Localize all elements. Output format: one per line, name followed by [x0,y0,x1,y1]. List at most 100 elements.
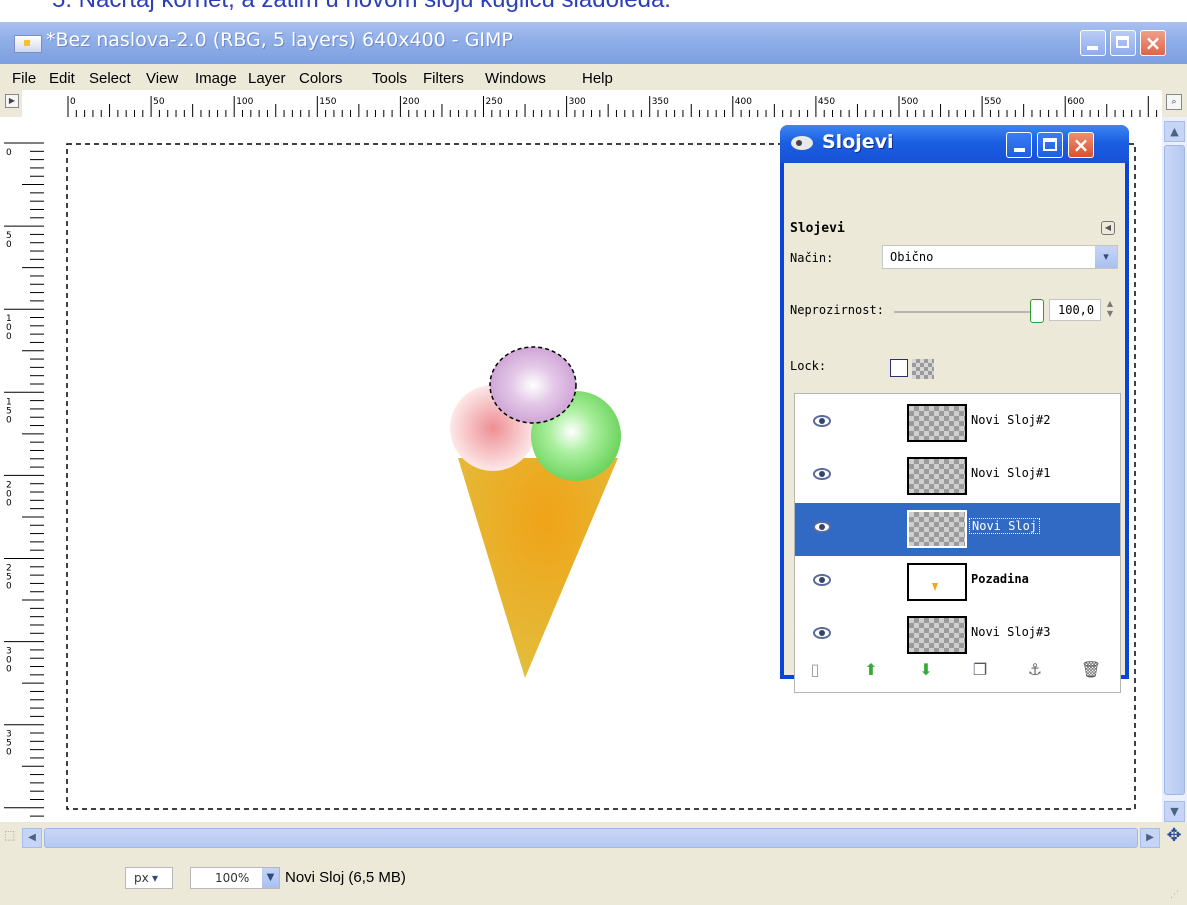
horizontal-ruler[interactable]: 0 50 100 150 200 250 300 350 400 450 500 550 600 [22,90,1162,117]
eye-icon[interactable] [813,574,831,586]
eye-icon[interactable] [813,521,831,533]
ruler-label: 350 [652,97,669,107]
ruler-label: 550 [984,97,1001,107]
scroll-down-button[interactable]: ▼ [1164,801,1185,822]
horizontal-scrollbar[interactable]: ⬚ ◀ ▶ ✥ [0,822,1187,850]
zoom-selector[interactable]: 100% ▼ [190,867,280,889]
zoom-value: 100% [215,871,250,885]
zoom-dropdown-icon[interactable]: ▼ [262,868,279,888]
maximize-icon [1116,36,1129,48]
ruler-label: 250 [486,97,503,107]
layer-row[interactable]: Pozadina [795,556,1120,609]
panel-title: Slojevi [790,221,845,236]
quick-mask-icon[interactable]: ⬚ [4,828,22,844]
opacity-label: Neprozirnost: [790,303,884,317]
ruler-label: 0 [6,498,12,508]
navigate-icon[interactable]: ✥ [1163,825,1185,847]
menu-image[interactable]: Image [195,70,237,87]
delete-layer-icon[interactable]: 🗑 [1080,659,1102,681]
unit-selector[interactable]: px ▾ [125,867,173,889]
menu-windows[interactable]: Windows [485,70,546,87]
dialog-close-button[interactable]: × [1068,132,1094,158]
opacity-slider[interactable] [894,311,1034,313]
layer-name: Novi Sloj [969,518,1041,534]
ruler-label: 0 [6,665,12,675]
menu-filters[interactable]: Filters [423,70,464,87]
mode-label: Način: [790,251,834,265]
ruler-label: 0 [6,332,12,342]
magnifier-icon: ⌕ [1171,97,1177,107]
new-layer-icon[interactable]: ▯ [804,659,826,681]
layer-name: Novi Sloj#3 [971,625,1051,639]
menu-arrow-button[interactable]: ▶ [5,94,19,108]
vertical-ruler[interactable]: 050100150200250300350 [0,117,44,822]
close-icon: × [1144,31,1162,55]
mode-value: Obično [890,250,934,264]
close-button[interactable]: × [1140,30,1166,56]
zoom-toggle-button[interactable]: ⌕ [1166,94,1182,110]
ruler-label: 0 [6,240,12,250]
scroll-left-button[interactable]: ◀ [22,828,42,848]
eye-icon[interactable] [813,468,831,480]
status-bar: px ▾ 100% ▼ Novi Sloj (6,5 MB) ⋰ [0,850,1187,905]
panel-menu-button[interactable]: ◀ [1101,221,1115,235]
menu-help[interactable]: Help [582,70,613,87]
layer-name: Pozadina [971,572,1029,586]
eye-icon[interactable] [813,415,831,427]
anchor-layer-icon[interactable]: ⚓ [1024,659,1046,681]
menu-tools[interactable]: Tools [372,70,407,87]
layer-thumbnail [907,563,967,601]
close-icon: × [1072,133,1090,157]
lock-alpha-checkbox[interactable] [890,359,908,377]
opacity-spin-arrows[interactable]: ▲ ▼ [1104,299,1116,321]
ruler-label: 450 [818,97,835,107]
layers-dialog-titlebar[interactable]: Slojevi × [780,125,1129,163]
layer-name: Novi Sloj#1 [971,466,1051,480]
eye-icon[interactable] [813,627,831,639]
ruler-label: 0 [6,748,12,758]
scroll-right-button[interactable]: ▶ [1140,828,1160,848]
ruler-label: 200 [402,97,419,107]
layer-thumbnail [907,616,967,654]
minimize-icon [1087,46,1098,50]
opacity-input[interactable]: 100,0 [1049,299,1101,321]
maximize-button[interactable] [1110,30,1136,56]
layer-row[interactable]: Novi Sloj#3 [795,609,1120,662]
menu-view[interactable]: View [146,70,178,87]
layers-dialog: Slojevi × Slojevi ◀ Način: Obično ▾ Nepr… [780,125,1129,693]
vertical-scrollbar[interactable]: ▲ ▼ [1162,117,1187,822]
raise-layer-icon[interactable]: ⬆ [860,659,882,681]
dialog-maximize-button[interactable] [1037,132,1063,158]
ruler-label: 150 [319,97,336,107]
menu-layer[interactable]: Layer [248,70,286,87]
layer-row[interactable]: Novi Sloj#2 [795,397,1120,450]
minimize-button[interactable] [1080,30,1106,56]
ruler-label: 0 [6,582,12,592]
resize-grip-icon[interactable]: ⋰ [1170,890,1184,902]
layer-row-selected[interactable]: Novi Sloj [795,503,1120,556]
unit-value: px [134,871,149,885]
mode-selector[interactable]: Obično ▾ [882,245,1118,269]
layer-thumbnail [907,404,967,442]
dialog-minimize-button[interactable] [1006,132,1032,158]
lower-layer-icon[interactable]: ⬇ [915,659,937,681]
menu-file[interactable]: File [12,70,36,87]
vertical-scroll-thumb[interactable] [1164,145,1185,795]
ruler-label: 0 [6,415,12,425]
horizontal-scroll-thumb[interactable] [44,828,1138,848]
scroll-up-button[interactable]: ▲ [1164,121,1185,142]
duplicate-layer-icon[interactable]: ❐ [969,659,991,681]
title-bar[interactable]: *Bez naslova-2.0 (RBG, 5 layers) 640x400… [0,22,1187,64]
menu-select[interactable]: Select [89,70,131,87]
ice-cream-cone [458,458,618,678]
opacity-slider-handle[interactable] [1030,299,1044,323]
menu-edit[interactable]: Edit [49,70,75,87]
chevron-down-icon: ▾ [1095,246,1117,268]
layer-list: Novi Sloj#2 Novi Sloj#1 Novi Sloj Pozadi… [794,393,1121,693]
ruler-label: 100 [236,97,253,107]
layer-row[interactable]: Novi Sloj#1 [795,450,1120,503]
menu-colors[interactable]: Colors [299,70,342,87]
layer-thumbnail [907,510,967,548]
ruler-label: 0 [70,97,76,107]
gimp-window-icon [14,35,42,53]
